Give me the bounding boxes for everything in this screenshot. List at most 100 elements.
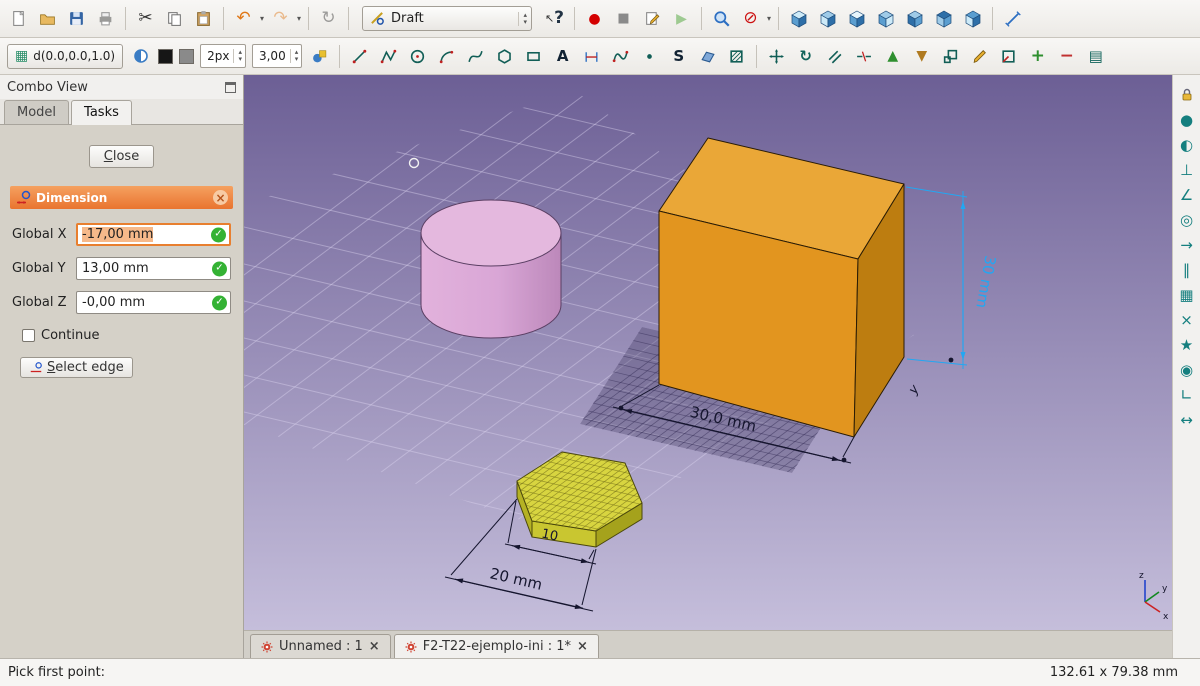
checkbox-box[interactable]	[22, 329, 35, 342]
view-right-icon[interactable]	[872, 6, 899, 32]
box-object[interactable]	[659, 138, 904, 437]
snap-endpoint-icon[interactable]: ●	[1175, 108, 1199, 132]
macro-record-icon[interactable]: ●	[581, 6, 608, 32]
line-tool-icon[interactable]	[346, 43, 373, 69]
rotate-tool-icon[interactable]: ↻	[792, 43, 819, 69]
print-icon[interactable]	[92, 6, 119, 32]
close-tab-icon[interactable]: ×	[369, 640, 380, 653]
trimex-tool-icon[interactable]	[850, 43, 877, 69]
remove-point-tool-icon[interactable]: −	[1053, 43, 1080, 69]
snap-grid-icon[interactable]: ▦	[1175, 283, 1199, 307]
add-point-tool-icon[interactable]: +	[1024, 43, 1051, 69]
snap-intersection-icon[interactable]: ×	[1175, 308, 1199, 332]
refresh-icon[interactable]: ↻	[315, 6, 342, 32]
view-rear-icon[interactable]	[901, 6, 928, 32]
snap-dimensions-icon[interactable]: ↔	[1175, 408, 1199, 432]
copy-icon[interactable]	[161, 6, 188, 32]
select-edge-button[interactable]: Select edge	[20, 357, 133, 378]
close-tab-icon[interactable]: ×	[577, 640, 588, 653]
bspline-tool-icon[interactable]	[607, 43, 634, 69]
working-plane-button[interactable]: ▦d(0.0,0.0,1.0)	[7, 44, 123, 69]
3d-scene[interactable]: 30,0 mm 30 mm y	[244, 75, 1172, 630]
redo-icon[interactable]: ↷	[267, 6, 294, 32]
arc-tool-icon[interactable]	[433, 43, 460, 69]
view-front-icon[interactable]	[814, 6, 841, 32]
open-folder-icon[interactable]	[34, 6, 61, 32]
macro-stop-icon[interactable]: ■	[610, 6, 637, 32]
cylinder-object[interactable]	[421, 200, 561, 338]
edit-tool-icon[interactable]	[966, 43, 993, 69]
dimension-tool-icon[interactable]	[578, 43, 605, 69]
upgrade-tool-icon[interactable]: ▲	[879, 43, 906, 69]
line-color-swatch[interactable]	[158, 49, 173, 64]
face-color-swatch[interactable]	[179, 49, 194, 64]
downgrade-tool-icon[interactable]: ▼	[908, 43, 935, 69]
text-scale-spin-arrows[interactable]: ▴▾	[290, 49, 299, 63]
paste-icon[interactable]	[190, 6, 217, 32]
tab-model[interactable]: Model	[4, 100, 69, 124]
undo-dropdown-icon[interactable]: ▾	[258, 15, 266, 23]
draw-style-icon[interactable]: ⊘	[737, 6, 764, 32]
polygon-tool-icon[interactable]	[491, 43, 518, 69]
snap-center-icon[interactable]: ◎	[1175, 208, 1199, 232]
snap-parallel-icon[interactable]: ∥	[1175, 258, 1199, 282]
view-left-icon[interactable]	[959, 6, 986, 32]
undo-icon[interactable]: ↶	[230, 6, 257, 32]
scale-tool-icon[interactable]	[937, 43, 964, 69]
polyline-tool-icon[interactable]	[375, 43, 402, 69]
snap-ortho-icon[interactable]: ∟	[1175, 383, 1199, 407]
shapestring-tool-icon[interactable]: S	[665, 43, 692, 69]
subelement-highlight-tool-icon[interactable]	[995, 43, 1022, 69]
snap-special-icon[interactable]: ★	[1175, 333, 1199, 357]
snap-lock-icon[interactable]	[1175, 83, 1199, 107]
save-icon[interactable]	[63, 6, 90, 32]
global-x-input[interactable]: -17,00 mm ✓	[76, 223, 231, 246]
view-bottom-icon[interactable]	[930, 6, 957, 32]
snap-midpoint-icon[interactable]: ◐	[1175, 133, 1199, 157]
collapse-task-icon[interactable]: ×	[213, 190, 228, 205]
workbench-spin-arrows[interactable]: ▴▾	[518, 12, 527, 26]
global-z-input[interactable]: -0,00 mm ✓	[76, 291, 231, 314]
close-button[interactable]: Close	[89, 145, 154, 168]
macro-edit-icon[interactable]	[639, 6, 666, 32]
facebinder-tool-icon[interactable]	[694, 43, 721, 69]
continue-checkbox[interactable]: Continue	[22, 328, 243, 343]
zoom-fit-all-icon[interactable]	[708, 6, 735, 32]
snap-extension-icon[interactable]: →	[1175, 233, 1199, 257]
new-document-icon[interactable]	[5, 6, 32, 32]
redo-dropdown-icon[interactable]: ▾	[295, 15, 303, 23]
draw-style-dropdown-icon[interactable]: ▾	[765, 15, 773, 23]
whats-this-icon[interactable]: ↖?	[541, 6, 568, 32]
snap-near-icon[interactable]: ◉	[1175, 358, 1199, 382]
select-edge-icon	[29, 361, 43, 375]
working-plane-proxy-icon[interactable]: ▤	[1082, 43, 1109, 69]
snap-perpendicular-icon[interactable]: ⊥	[1175, 158, 1199, 182]
document-tab-ejemplo[interactable]: F2-T22-ejemplo-ini : 1* ×	[394, 634, 599, 658]
offset-tool-icon[interactable]	[821, 43, 848, 69]
circle-tool-icon[interactable]	[404, 43, 431, 69]
global-y-input[interactable]: 13,00 mm ✓	[76, 257, 231, 280]
dimension-task-header[interactable]: Dimension ×	[10, 186, 233, 209]
bezier-tool-icon[interactable]	[462, 43, 489, 69]
apply-style-icon[interactable]	[306, 43, 333, 69]
hatch-tool-icon[interactable]	[723, 43, 750, 69]
text-scale-spinner[interactable]: 3,00▴▾	[252, 44, 302, 68]
workbench-selector[interactable]: Draft ▴▾	[362, 6, 532, 31]
view-axonometric-icon[interactable]	[785, 6, 812, 32]
measure-distance-icon[interactable]	[999, 6, 1026, 32]
view-top-icon[interactable]	[843, 6, 870, 32]
text-tool-icon[interactable]: A	[549, 43, 576, 69]
float-panel-icon[interactable]	[225, 82, 236, 93]
line-width-select[interactable]: 2px▴▾	[200, 44, 246, 68]
cut-icon[interactable]: ✂	[132, 6, 159, 32]
rectangle-tool-icon[interactable]	[520, 43, 547, 69]
macro-play-icon[interactable]: ▶	[668, 6, 695, 32]
construction-mode-icon[interactable]	[127, 43, 154, 69]
3d-viewport[interactable]: 30,0 mm 30 mm y	[244, 75, 1172, 630]
document-tab-unnamed[interactable]: Unnamed : 1 ×	[250, 634, 391, 658]
snap-angle-icon[interactable]: ∠	[1175, 183, 1199, 207]
point-tool-icon[interactable]	[636, 43, 663, 69]
line-width-spin-arrows[interactable]: ▴▾	[233, 49, 242, 63]
move-tool-icon[interactable]	[763, 43, 790, 69]
tab-tasks[interactable]: Tasks	[71, 100, 132, 125]
